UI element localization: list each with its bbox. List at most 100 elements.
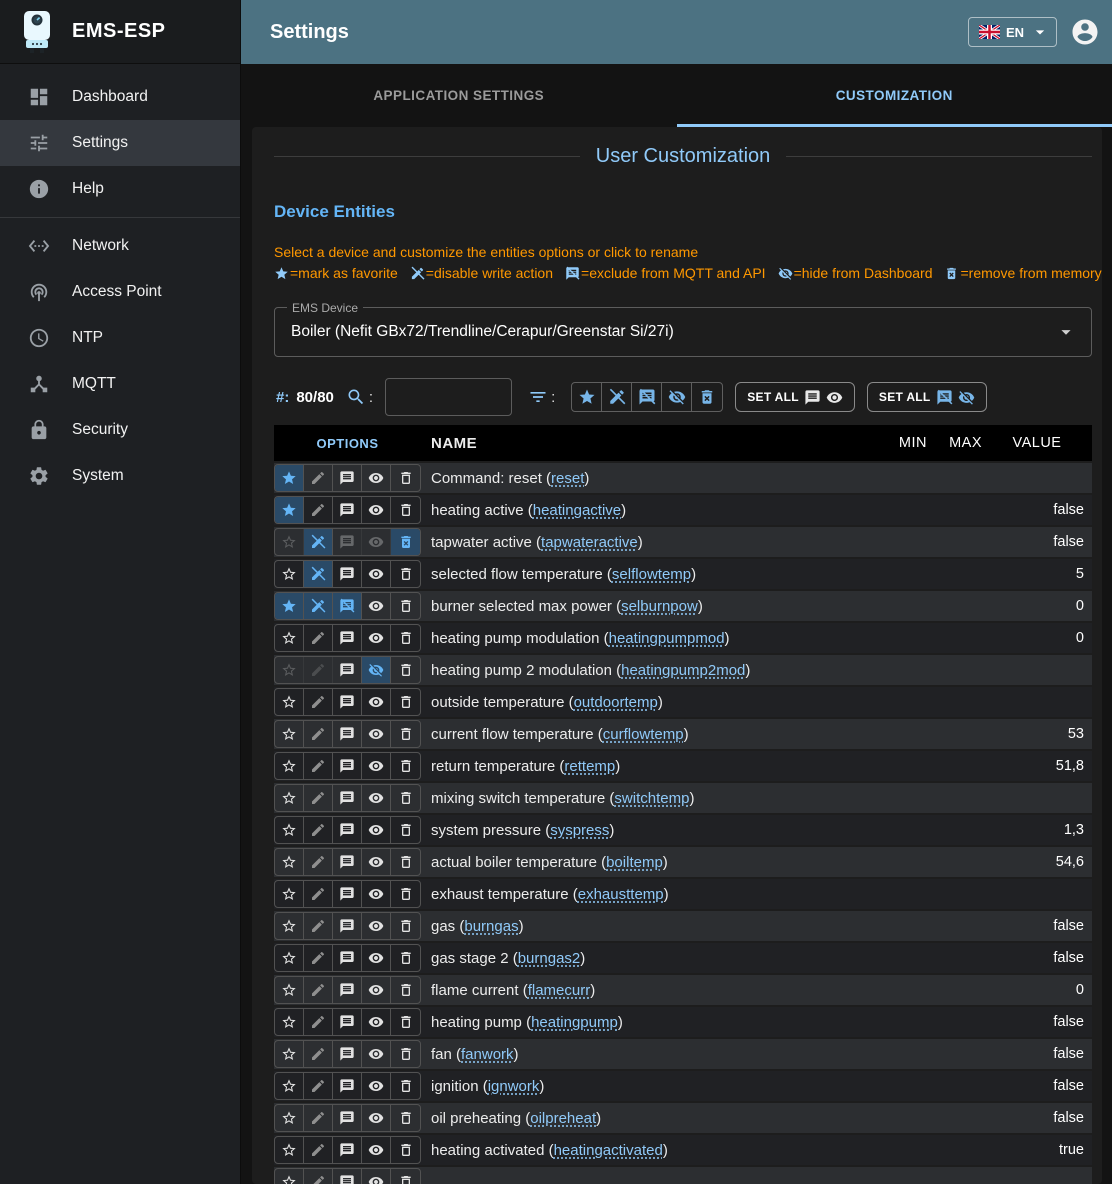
option-mem-button[interactable] (391, 977, 420, 1003)
option-mqtt-button[interactable] (333, 1105, 362, 1131)
sidebar-item-ntp[interactable]: NTP (0, 315, 240, 361)
option-mem-button[interactable] (391, 1105, 420, 1131)
entity-shortname-link[interactable]: burngas2 (518, 950, 581, 967)
option-mem-button[interactable] (391, 625, 420, 651)
option-fav-button[interactable] (275, 1073, 304, 1099)
option-fav-button[interactable] (275, 1105, 304, 1131)
filter-edit-off-button[interactable] (602, 383, 632, 411)
option-write-button[interactable] (304, 881, 333, 907)
option-mem-button[interactable] (391, 945, 420, 971)
entity-shortname-link[interactable]: tapwateractive (541, 534, 638, 551)
option-fav-button[interactable] (275, 593, 304, 619)
option-write-button[interactable] (304, 1137, 333, 1163)
entity-shortname-link[interactable]: reset (551, 470, 584, 487)
option-dash-button[interactable] (362, 529, 391, 555)
entity-shortname-link[interactable]: flamecurr (528, 982, 591, 999)
option-write-button[interactable] (304, 721, 333, 747)
sidebar-item-dashboard[interactable]: Dashboard (0, 74, 240, 120)
entity-shortname-link[interactable]: oilpreheat (530, 1110, 596, 1127)
option-fav-button[interactable] (275, 529, 304, 555)
filter-comment-off-button[interactable] (632, 383, 662, 411)
option-fav-button[interactable] (275, 977, 304, 1003)
option-dash-button[interactable] (362, 721, 391, 747)
option-dash-button[interactable] (362, 625, 391, 651)
option-mqtt-button[interactable] (333, 817, 362, 843)
option-dash-button[interactable] (362, 817, 391, 843)
option-mqtt-button[interactable] (333, 945, 362, 971)
option-fav-button[interactable] (275, 689, 304, 715)
set-all-hide-button[interactable]: SET ALL (867, 382, 987, 412)
entity-shortname-link[interactable]: boiltemp (606, 854, 663, 871)
option-mqtt-button[interactable] (333, 1041, 362, 1067)
option-mem-button[interactable] (391, 561, 420, 587)
sidebar-item-access-point[interactable]: Access Point (0, 269, 240, 315)
option-write-button[interactable] (304, 977, 333, 1003)
option-fav-button[interactable] (275, 721, 304, 747)
option-write-button[interactable] (304, 561, 333, 587)
option-mqtt-button[interactable] (333, 529, 362, 555)
option-dash-button[interactable] (362, 561, 391, 587)
option-mem-button[interactable] (391, 881, 420, 907)
option-fav-button[interactable] (275, 849, 304, 875)
option-dash-button[interactable] (362, 1137, 391, 1163)
entity-shortname-link[interactable]: outdoortemp (574, 694, 658, 711)
entity-shortname-link[interactable]: exhausttemp (578, 886, 664, 903)
entity-shortname-link[interactable]: selflowtemp (612, 566, 691, 583)
option-mqtt-button[interactable] (333, 561, 362, 587)
option-fav-button[interactable] (275, 625, 304, 651)
option-mqtt-button[interactable] (333, 1073, 362, 1099)
sidebar-item-help[interactable]: Help (0, 166, 240, 212)
option-write-button[interactable] (304, 849, 333, 875)
option-fav-button[interactable] (275, 753, 304, 779)
option-fav-button[interactable] (275, 561, 304, 587)
option-dash-button[interactable] (362, 945, 391, 971)
entity-shortname-link[interactable]: heatingactive (533, 502, 621, 519)
option-write-button[interactable] (304, 497, 333, 523)
option-fav-button[interactable] (275, 945, 304, 971)
option-dash-button[interactable] (362, 1041, 391, 1067)
option-mem-button[interactable] (391, 465, 420, 491)
option-mqtt-button[interactable] (333, 881, 362, 907)
option-dash-button[interactable] (362, 497, 391, 523)
option-fav-button[interactable] (275, 1169, 304, 1184)
tab-customization[interactable]: CUSTOMIZATION (677, 64, 1112, 127)
option-write-button[interactable] (304, 1009, 333, 1035)
option-dash-button[interactable] (362, 465, 391, 491)
option-dash-button[interactable] (362, 977, 391, 1003)
option-dash-button[interactable] (362, 1009, 391, 1035)
option-mqtt-button[interactable] (333, 785, 362, 811)
sidebar-item-settings[interactable]: Settings (0, 120, 240, 166)
option-mem-button[interactable] (391, 1169, 420, 1184)
entity-shortname-link[interactable]: syspress (550, 822, 609, 839)
option-fav-button[interactable] (275, 913, 304, 939)
option-mqtt-button[interactable] (333, 1169, 362, 1184)
entity-shortname-link[interactable]: heatingactivated (554, 1142, 663, 1159)
sidebar-item-mqtt[interactable]: MQTT (0, 361, 240, 407)
option-mqtt-button[interactable] (333, 593, 362, 619)
sidebar-item-network[interactable]: Network (0, 223, 240, 269)
option-mem-button[interactable] (391, 785, 420, 811)
option-mqtt-button[interactable] (333, 625, 362, 651)
option-write-button[interactable] (304, 1041, 333, 1067)
option-write-button[interactable] (304, 1169, 333, 1184)
entity-shortname-link[interactable]: heatingpump (531, 1014, 618, 1031)
tab-application-settings[interactable]: APPLICATION SETTINGS (241, 64, 677, 127)
option-dash-button[interactable] (362, 785, 391, 811)
filter-eye-off-button[interactable] (662, 383, 692, 411)
option-mem-button[interactable] (391, 817, 420, 843)
option-dash-button[interactable] (362, 881, 391, 907)
option-dash-button[interactable] (362, 753, 391, 779)
option-mqtt-button[interactable] (333, 913, 362, 939)
option-dash-button[interactable] (362, 1169, 391, 1184)
option-mem-button[interactable] (391, 1137, 420, 1163)
option-write-button[interactable] (304, 529, 333, 555)
option-fav-button[interactable] (275, 785, 304, 811)
option-write-button[interactable] (304, 465, 333, 491)
option-mem-button[interactable] (391, 689, 420, 715)
option-fav-button[interactable] (275, 1041, 304, 1067)
option-fav-button[interactable] (275, 817, 304, 843)
option-mem-button[interactable] (391, 529, 420, 555)
option-mqtt-button[interactable] (333, 721, 362, 747)
option-write-button[interactable] (304, 657, 333, 683)
option-write-button[interactable] (304, 945, 333, 971)
